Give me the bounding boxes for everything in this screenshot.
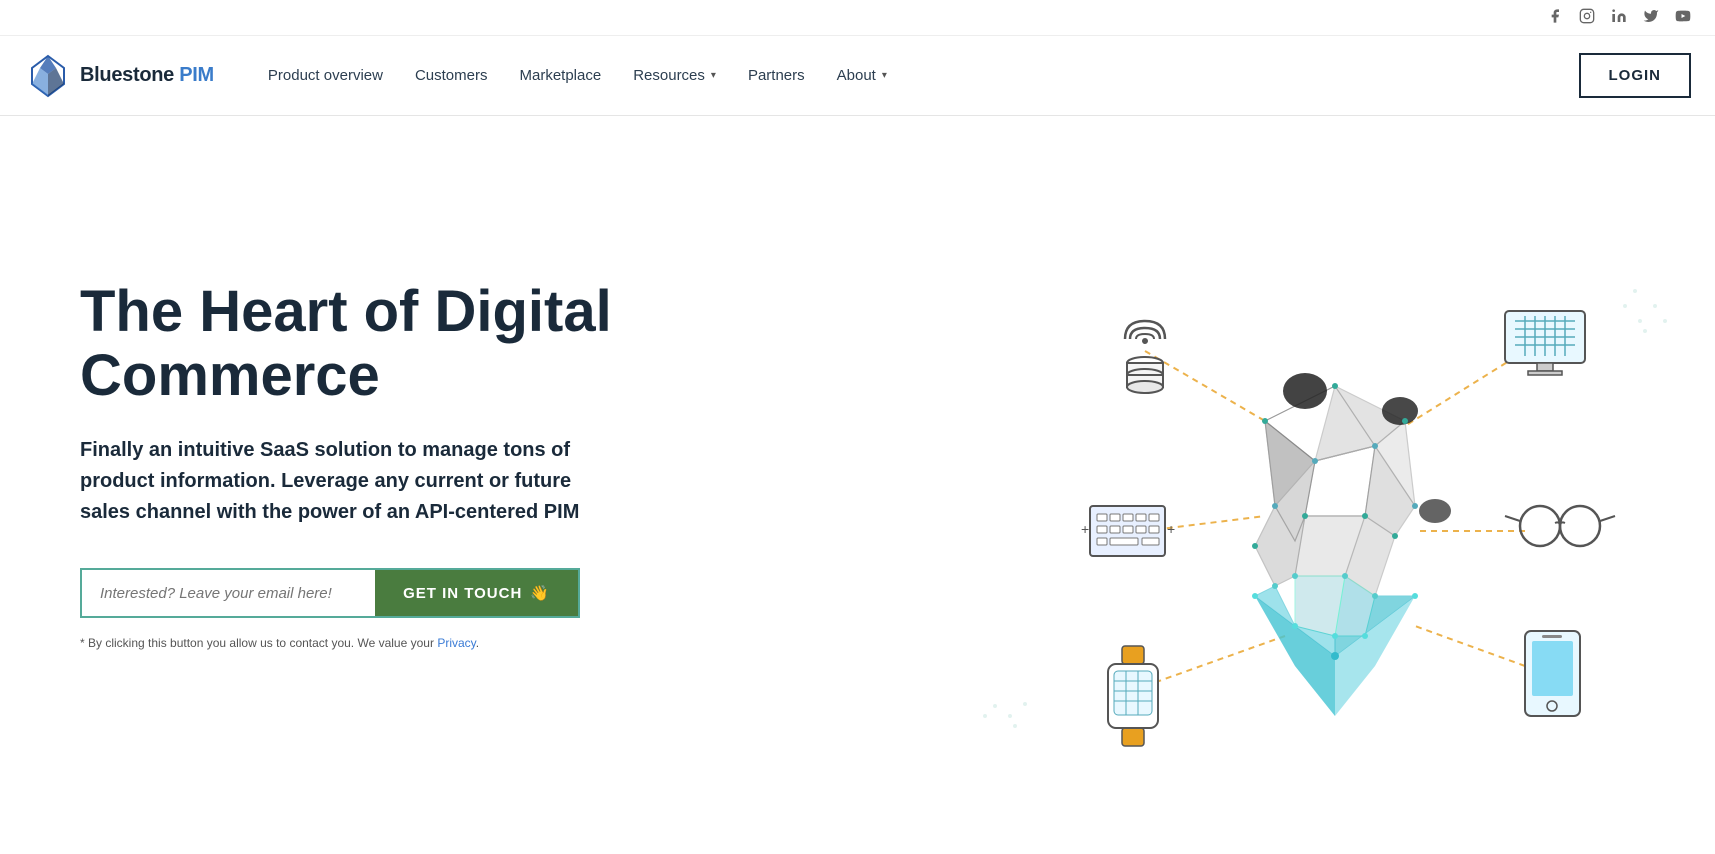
- privacy-link[interactable]: Privacy: [437, 636, 475, 650]
- hero-subtitle: Finally an intuitive SaaS solution to ma…: [80, 435, 620, 528]
- hero-content: The Heart of Digital Commerce Finally an…: [80, 280, 680, 653]
- youtube-icon[interactable]: [1675, 8, 1691, 27]
- get-in-touch-button[interactable]: GET IN TOUCH 👋: [375, 570, 578, 616]
- nav-partners[interactable]: Partners: [734, 59, 819, 92]
- instagram-icon[interactable]: [1579, 8, 1595, 27]
- svg-text:+: +: [1081, 521, 1089, 537]
- navbar: Bluestone PIM Product overview Customers…: [0, 36, 1715, 116]
- nav-customers[interactable]: Customers: [401, 59, 502, 92]
- social-bar: [0, 0, 1715, 36]
- svg-text:+: +: [1167, 521, 1175, 537]
- resources-chevron-icon: ▾: [711, 70, 716, 81]
- email-form: GET IN TOUCH 👋: [80, 568, 580, 618]
- email-input[interactable]: [82, 570, 375, 616]
- hero-svg: + +: [945, 156, 1695, 776]
- hero-illustration: + +: [680, 176, 1655, 756]
- nav-resources[interactable]: Resources ▾: [619, 59, 730, 92]
- nav-product-overview[interactable]: Product overview: [254, 59, 397, 92]
- about-chevron-icon: ▾: [882, 70, 887, 81]
- privacy-note: * By clicking this button you allow us t…: [80, 634, 580, 652]
- heart-polygon: [1252, 373, 1451, 716]
- login-button[interactable]: LOGIN: [1579, 53, 1692, 98]
- nav-marketplace[interactable]: Marketplace: [506, 59, 616, 92]
- logo-icon: [24, 52, 72, 100]
- facebook-icon[interactable]: [1547, 8, 1563, 27]
- linkedin-icon[interactable]: [1611, 8, 1627, 27]
- hero-section: The Heart of Digital Commerce Finally an…: [0, 116, 1715, 796]
- logo-text: Bluestone PIM: [80, 64, 214, 87]
- logo[interactable]: Bluestone PIM: [24, 52, 214, 100]
- twitter-icon[interactable]: [1643, 8, 1659, 27]
- nav-links: Product overview Customers Marketplace R…: [254, 59, 1579, 92]
- nav-about[interactable]: About ▾: [823, 59, 901, 92]
- hero-title: The Heart of Digital Commerce: [80, 280, 680, 408]
